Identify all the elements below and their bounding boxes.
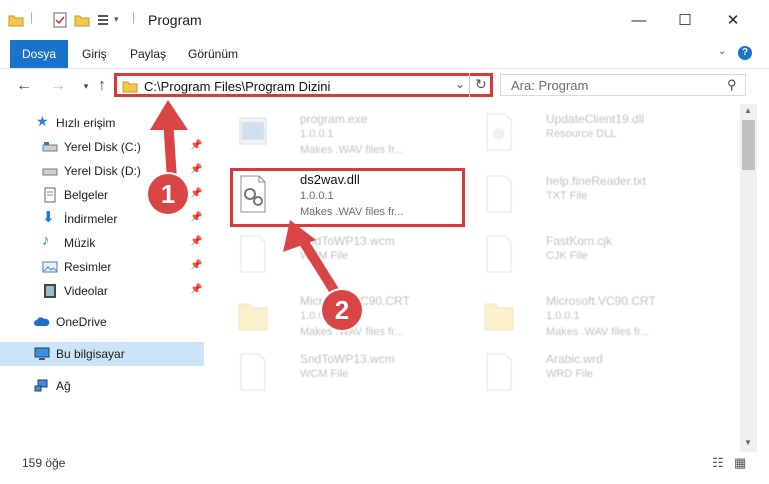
arrow-head-1 xyxy=(150,100,188,130)
step-badge-2: 2 xyxy=(322,290,362,330)
annotation-arrows xyxy=(150,100,345,303)
step-badge-1: 1 xyxy=(148,174,188,214)
